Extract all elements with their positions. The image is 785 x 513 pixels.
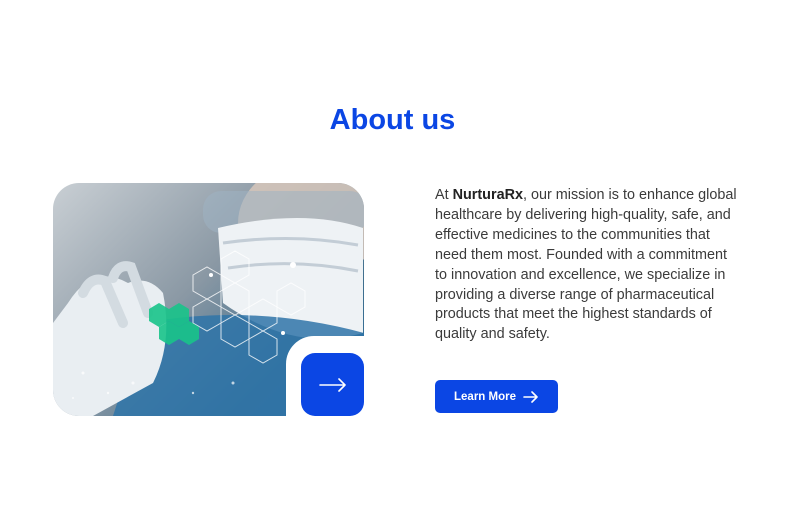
about-media (53, 183, 376, 426)
image-arrow-button[interactable] (301, 353, 364, 416)
arrow-right-icon (523, 390, 538, 403)
description-body: , our mission is to enhance global healt… (435, 187, 737, 343)
learn-more-label: Learn More (454, 390, 516, 403)
brand-name: NurturaRx (452, 187, 523, 203)
about-description: At NurturaRx, our mission is to enhance … (435, 186, 740, 345)
arrow-right-icon (318, 377, 346, 392)
page-title: About us (329, 104, 456, 136)
description-prefix: At (435, 187, 453, 203)
learn-more-button[interactable]: Learn More (435, 380, 558, 413)
